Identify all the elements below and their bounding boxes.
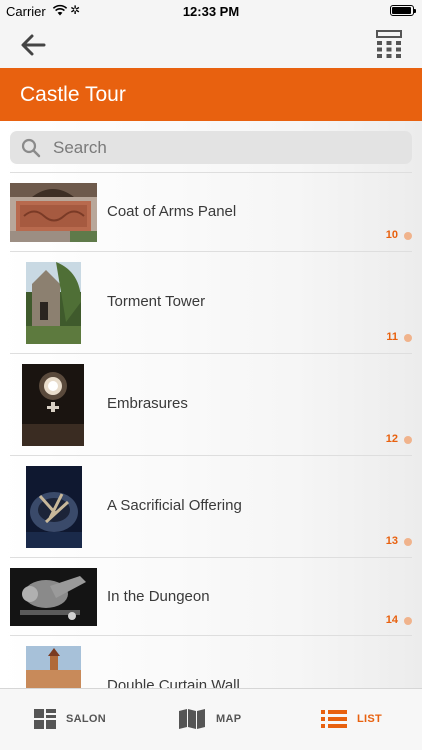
- item-title: Coat of Arms Panel: [107, 203, 237, 220]
- title-bar: Castle Tour: [0, 68, 422, 121]
- item-thumbnail: [22, 364, 84, 446]
- tab-label: LIST: [357, 713, 383, 725]
- item-title: In the Dungeon: [107, 588, 210, 605]
- content-area[interactable]: Search Coat of Arms Panel 10 Torment Tow…: [0, 121, 422, 688]
- tab-label: MAP: [216, 713, 242, 725]
- list-item[interactable]: Double Curtain Wall: [10, 635, 412, 688]
- map-icon: [179, 709, 205, 729]
- tab-map[interactable]: MAP: [175, 689, 265, 750]
- list-item[interactable]: Embrasures 12: [10, 353, 412, 455]
- item-title: A Sacrificial Offering: [107, 497, 242, 514]
- navigation-bar: [0, 22, 422, 68]
- tab-salon[interactable]: SALON: [30, 689, 140, 750]
- status-dot-icon: [404, 617, 412, 625]
- calculator-button[interactable]: [376, 30, 402, 58]
- item-thumbnail: [10, 568, 97, 626]
- list-item[interactable]: In the Dungeon 14: [10, 557, 412, 635]
- item-thumbnail: [26, 262, 81, 344]
- item-number: 14: [385, 614, 398, 626]
- search-icon: [21, 138, 41, 158]
- list-item[interactable]: A Sacrificial Offering 13: [10, 455, 412, 557]
- search-input[interactable]: Search: [10, 131, 412, 164]
- search-placeholder: Search: [53, 138, 107, 157]
- status-dot-icon: [404, 334, 412, 342]
- item-title: Torment Tower: [107, 293, 206, 310]
- battery-icon: [390, 5, 416, 16]
- item-thumbnail: [10, 183, 97, 242]
- item-thumbnail: [26, 466, 82, 548]
- list-item[interactable]: Torment Tower 11: [10, 251, 412, 353]
- calculator-icon: [376, 30, 402, 58]
- status-time: 12:33 PM: [182, 4, 240, 19]
- item-title: Double Curtain Wall: [107, 677, 240, 688]
- item-number: 13: [385, 535, 398, 547]
- tab-label: SALON: [66, 713, 106, 725]
- arrow-left-icon: [21, 34, 46, 56]
- item-number: 12: [385, 433, 398, 445]
- status-dot-icon: [404, 538, 412, 546]
- item-thumbnail: [26, 646, 81, 688]
- status-dot-icon: [404, 436, 412, 444]
- back-button[interactable]: [18, 32, 48, 58]
- item-number: 10: [385, 229, 398, 241]
- page-title: Castle Tour: [20, 83, 126, 106]
- status-bar: Carrier ✲ 12:33 PM: [0, 0, 422, 22]
- tab-bar: SALON MAP LIST: [0, 688, 422, 750]
- list-item[interactable]: Coat of Arms Panel 10: [10, 172, 412, 251]
- tab-list[interactable]: LIST: [318, 689, 408, 750]
- item-title: Embrasures: [107, 395, 188, 412]
- grid-icon: [34, 709, 56, 729]
- stop-list: Coat of Arms Panel 10 Torment Tower 11 E…: [10, 172, 412, 688]
- status-dot-icon: [404, 232, 412, 240]
- item-number: 11: [386, 331, 398, 343]
- list-icon: [321, 710, 347, 728]
